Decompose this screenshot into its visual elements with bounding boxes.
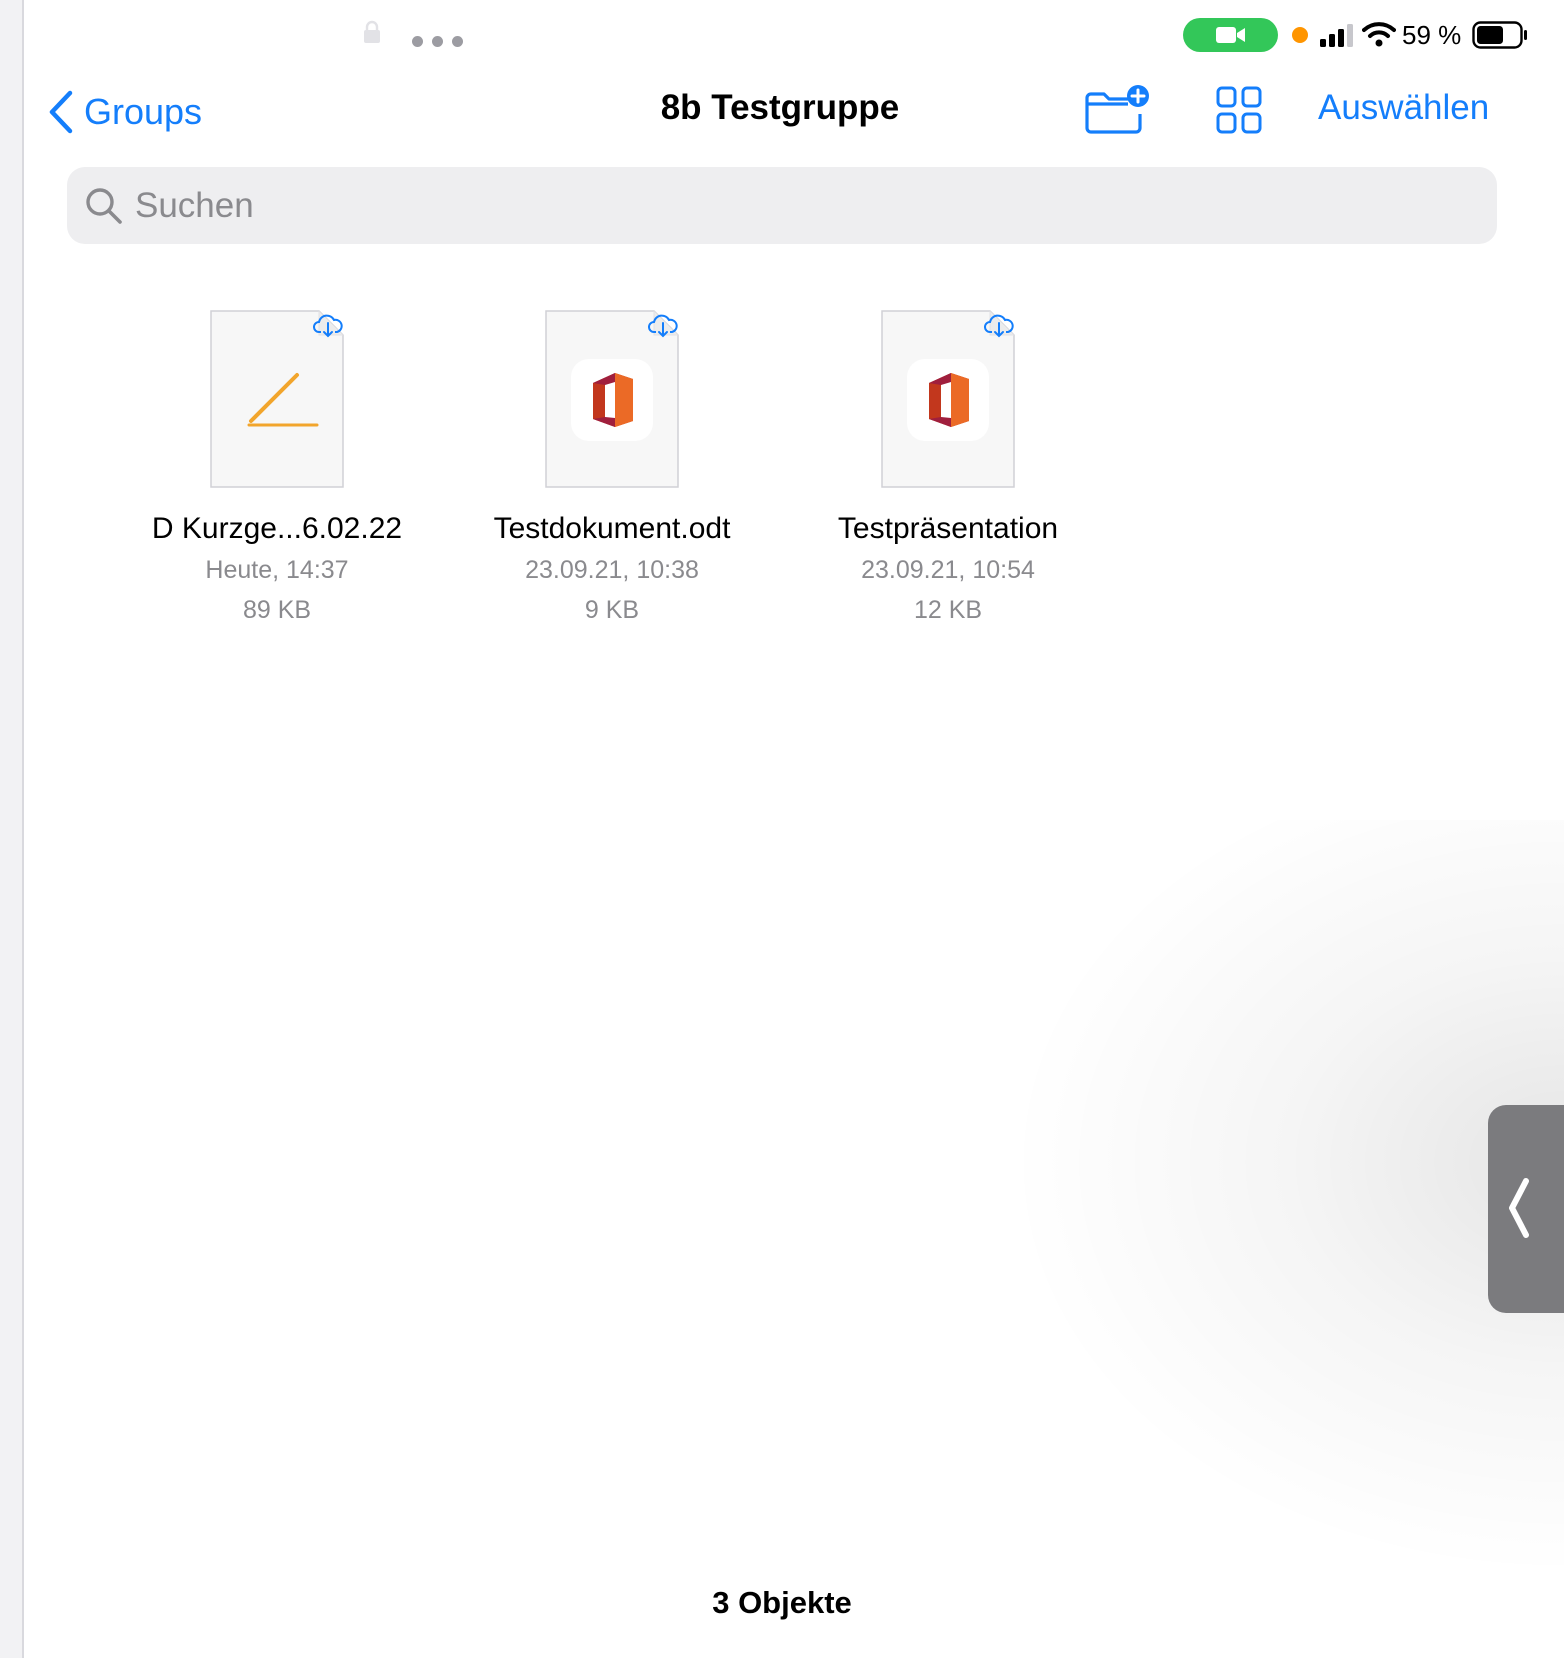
chevron-left-icon [1509,1178,1529,1238]
file-thumbnail[interactable] [209,309,345,489]
search-bar[interactable] [67,167,1497,244]
file-date: 23.09.21, 10:54 [861,556,1035,584]
file-name: Testpräsentation [837,512,1059,545]
file-name: D Kurzge...6.02.22 [151,512,403,545]
edge-shadow [1004,820,1564,1580]
select-button[interactable]: Auswählen [1318,88,1489,128]
file-item[interactable]: Testdokument.odt 23.09.21, 10:38 9 KB [467,309,757,630]
grid-view-icon[interactable] [1216,86,1262,134]
file-date: 23.09.21, 10:38 [525,556,699,584]
file-thumbnail[interactable] [544,309,680,489]
battery-icon [1472,21,1527,49]
slide-over-handle[interactable] [1488,1105,1564,1313]
cloud-download-icon [984,314,1014,338]
file-date: Heute, 14:37 [205,556,349,584]
file-item[interactable]: Testpräsentation 23.09.21, 10:54 12 KB [803,309,1093,630]
battery-percentage: 59 % [1402,20,1462,50]
file-name: Testdokument.odt [493,512,731,545]
file-size: 9 KB [584,596,640,624]
cellular-signal-icon [1320,24,1353,47]
pages-pencil-icon [247,373,319,427]
search-input[interactable] [133,184,1437,227]
cloud-download-icon [648,314,678,338]
file-thumbnail[interactable] [880,309,1016,489]
mic-indicator-dot [1292,27,1308,43]
cloud-download-icon [313,314,343,338]
multitasking-dots-icon[interactable] [412,36,463,47]
new-folder-icon[interactable] [1084,84,1150,136]
file-size: 89 KB [242,596,312,624]
facetime-video-icon[interactable] [1183,18,1278,52]
sidebar-edge [0,0,24,1658]
office-icon [907,359,989,441]
search-icon [86,187,122,224]
lock-icon [364,20,380,43]
file-item[interactable]: D Kurzge...6.02.22 Heute, 14:37 89 KB [132,309,422,630]
item-count: 3 Objekte [712,1585,852,1620]
file-size: 12 KB [913,596,983,624]
wifi-icon [1362,22,1396,47]
office-icon [571,359,653,441]
